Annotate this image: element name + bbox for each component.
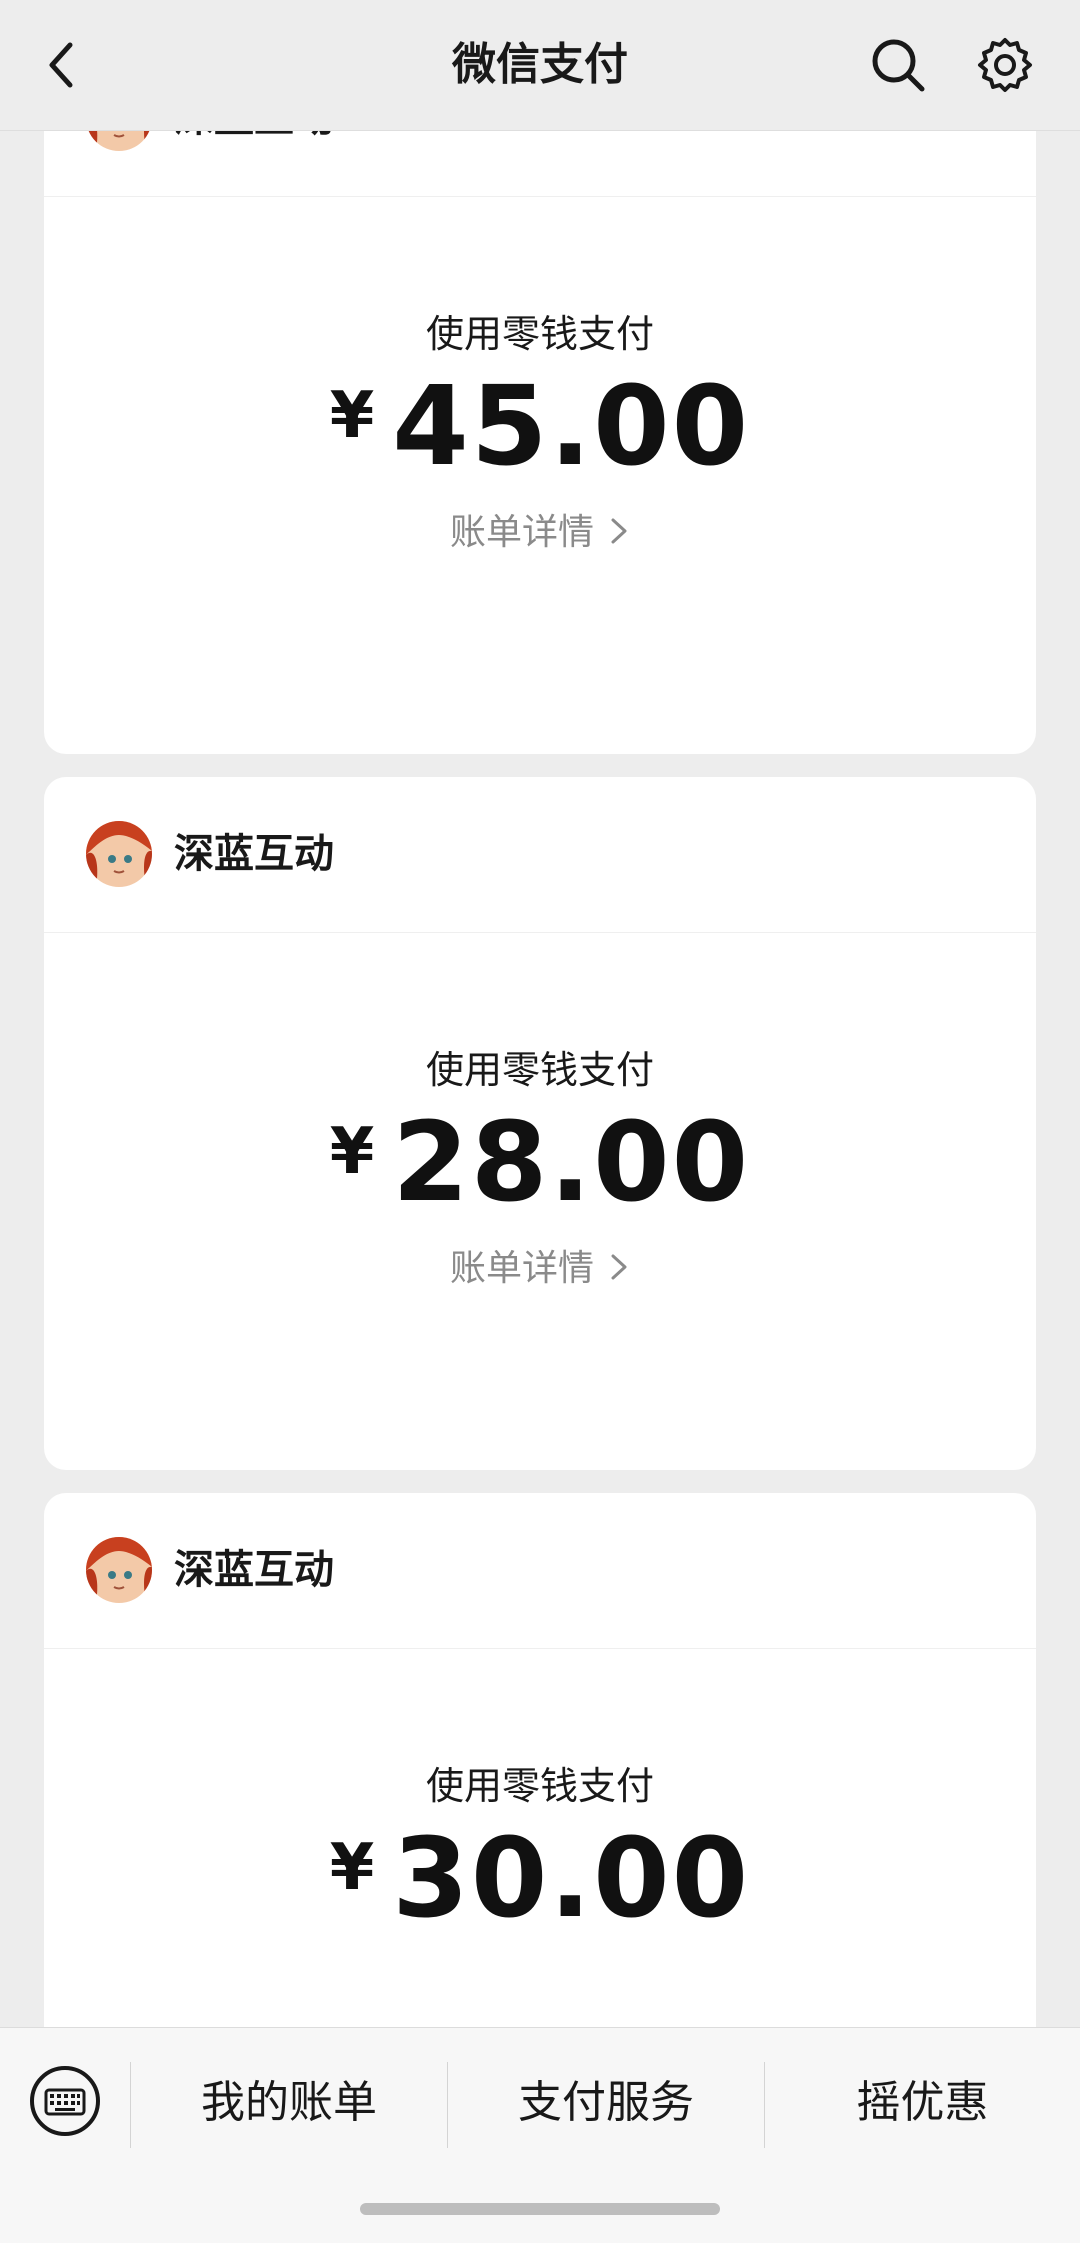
chevron-right-icon [611, 518, 627, 544]
merchant-row[interactable]: 深蓝互动 [44, 130, 1036, 197]
bill-details-label: 账单详情 [449, 1248, 594, 1289]
payment-method-label: 使用零钱支付 [425, 1048, 654, 1092]
gear-icon[interactable] [975, 35, 1035, 95]
currency-symbol: ¥ [329, 1831, 375, 1905]
avatar [86, 821, 152, 887]
payment-method-label: 使用零钱支付 [425, 312, 654, 356]
amount-value: 30.00 [392, 1814, 751, 1942]
merchant-name: 深蓝互动 [174, 130, 334, 196]
amount-value: 45.00 [392, 362, 751, 490]
currency-symbol: ¥ [329, 1115, 375, 1189]
menu-item-shake-offers[interactable]: 摇优惠 [765, 2028, 1080, 2178]
keyboard-icon[interactable] [28, 2064, 102, 2138]
home-indicator[interactable] [360, 2203, 720, 2215]
amount: ¥30.00 [44, 1813, 1036, 1943]
wechat-pay-screen: 微信支付 使用零钱支付 ¥ 45.00 账单详情 深蓝互动 使用零钱支付 ¥ 2… [0, 0, 1080, 2243]
chevron-right-icon [611, 1254, 627, 1280]
bill-details-link[interactable]: 账单详情 [44, 503, 1036, 555]
avatar [86, 130, 152, 151]
amount: ¥28.00 [44, 1097, 1036, 1227]
merchant-name: 深蓝互动 [174, 831, 334, 877]
transaction-list[interactable]: 深蓝互动 使用零钱支付 ¥45.00 账单详情 [0, 130, 1080, 2027]
merchant-row[interactable]: 深蓝互动 [44, 777, 1036, 933]
transaction-card: 深蓝互动 使用零钱支付 ¥28.00 账单详情 [44, 777, 1036, 1470]
amount-value: 28.00 [392, 1098, 751, 1226]
merchant-name: 深蓝互动 [174, 1547, 334, 1593]
transaction-card: 深蓝互动 使用零钱支付 ¥30.00 [44, 1493, 1036, 2027]
payment-method-label: 使用零钱支付 [425, 1764, 654, 1808]
bill-details-label: 账单详情 [449, 512, 594, 553]
merchant-row[interactable]: 深蓝互动 [44, 1493, 1036, 1649]
amount: ¥45.00 [44, 361, 1036, 491]
bill-details-link[interactable]: 账单详情 [44, 1239, 1036, 1291]
search-icon[interactable] [868, 35, 928, 95]
currency-symbol: ¥ [329, 379, 375, 453]
header-bar: 微信支付 [0, 0, 1080, 131]
menu-item-payment-services[interactable]: 支付服务 [448, 2028, 764, 2178]
transaction-card: 深蓝互动 使用零钱支付 ¥45.00 账单详情 [44, 130, 1036, 754]
menu-item-my-bills[interactable]: 我的账单 [131, 2028, 447, 2178]
avatar [86, 1537, 152, 1603]
